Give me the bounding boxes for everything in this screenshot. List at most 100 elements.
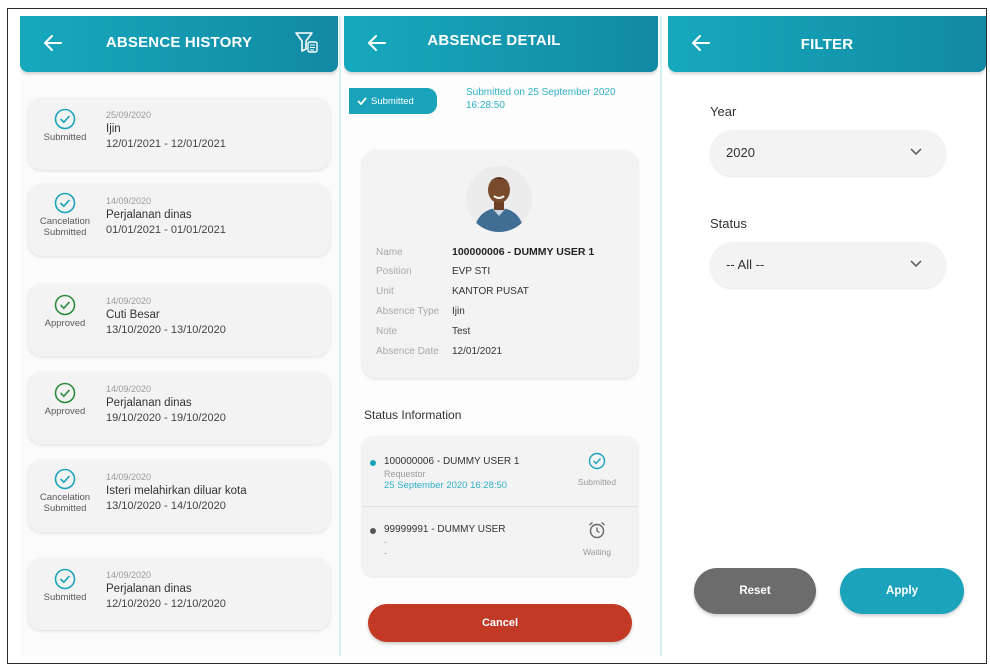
page-title: ABSENCE DETAIL	[427, 32, 561, 49]
field-value: EVP STI	[452, 266, 491, 277]
submission-date: 14/09/2020	[106, 384, 152, 394]
field-value: Test	[452, 326, 471, 337]
filter-icon	[295, 32, 318, 53]
absence-detail-screen: ABSENCE DETAIL Submitted Submitted on 25…	[344, 16, 658, 656]
status-state-label: Submitted	[577, 477, 617, 487]
check-circle-icon	[54, 382, 76, 404]
status-text: Cancelation Submitted	[39, 216, 91, 238]
approver-role: -	[384, 537, 387, 547]
detail-header: ABSENCE DETAIL	[344, 16, 658, 72]
chevron-down-icon	[910, 148, 922, 156]
submission-date: 14/09/2020	[106, 196, 152, 206]
status-text: Submitted	[43, 132, 87, 143]
status-indicator: Approved	[28, 382, 102, 417]
field-value: 12/01/2021	[452, 346, 503, 357]
history-card[interactable]: Approved 14/09/2020 Cuti Besar 13/10/2020 -…	[28, 284, 330, 356]
status-indicator: Cancelation Submitted	[28, 192, 102, 238]
approver-name: 100000006 - DUMMY USER 1	[384, 456, 520, 467]
chevron-down-icon	[910, 260, 922, 268]
status-text: Approved	[44, 318, 86, 329]
filter-screen: FILTER Year 2020 Status -- All -- Reset …	[668, 16, 986, 656]
date-range: 13/10/2020 - 13/10/2020	[106, 324, 226, 336]
field-label: Absence Date	[376, 346, 439, 357]
date-range: 19/10/2020 - 19/10/2020	[106, 412, 226, 424]
date-range: 12/10/2020 - 12/10/2020	[106, 598, 226, 610]
detail-field-row: Absence Date 12/01/2021	[376, 346, 502, 357]
absence-type: Perjalanan dinas	[106, 397, 192, 409]
divider	[339, 16, 341, 656]
detail-field-row: Absence Type Ijin	[376, 306, 465, 317]
field-value: KANTOR PUSAT	[452, 286, 529, 297]
cancel-button[interactable]: Cancel	[368, 604, 632, 642]
status-value: -- All --	[726, 257, 765, 272]
absence-type: Ijin	[106, 123, 121, 135]
status-indicator: Submitted	[28, 108, 102, 143]
field-value: Ijin	[452, 306, 465, 317]
approver-name: 99999991 - DUMMY USER	[384, 524, 506, 535]
history-card[interactable]: Approved 14/09/2020 Perjalanan dinas 19/10/…	[28, 372, 330, 444]
page-title: ABSENCE HISTORY	[105, 34, 253, 51]
field-label: Position	[376, 266, 412, 277]
status-text: Submitted	[43, 592, 87, 603]
status-badge-label: Submitted	[371, 95, 414, 107]
status-select[interactable]: -- All --	[710, 242, 946, 288]
field-label: Note	[376, 326, 398, 337]
history-card[interactable]: Submitted 14/09/2020 Perjalanan dinas 12/10…	[28, 558, 330, 630]
check-circle-icon	[54, 568, 76, 590]
detail-field-row: Position EVP STI	[376, 266, 490, 277]
status-text: Cancelation Submitted	[39, 492, 91, 514]
year-value: 2020	[726, 145, 755, 160]
status-dot	[370, 528, 376, 534]
detail-field-row: Name 100000006 - DUMMY USER 1	[376, 246, 594, 258]
check-circle-icon	[588, 452, 606, 470]
history-card[interactable]: Submitted 25/09/2020 Ijin 12/01/2021 - 12/0…	[28, 98, 330, 170]
date-range: 01/01/2021 - 01/01/2021	[106, 224, 226, 236]
status-indicator: Submitted	[28, 568, 102, 603]
check-circle-icon	[54, 294, 76, 316]
field-label: Name	[376, 247, 403, 258]
status-text: Approved	[44, 406, 86, 417]
absence-type: Perjalanan dinas	[106, 583, 192, 595]
check-circle-icon	[54, 108, 76, 130]
submission-date: 14/09/2020	[106, 296, 152, 306]
profile-card: Name 100000006 - DUMMY USER 1 Position EVP …	[362, 150, 638, 378]
field-label: Absence Type	[376, 306, 440, 317]
status-state-label: Waiting	[582, 547, 612, 557]
status-time: 25 September 2020 16:28:50	[384, 480, 508, 491]
field-label: Unit	[376, 286, 394, 297]
history-card[interactable]: Cancelation Submitted 14/09/2020 Perjalana…	[28, 184, 330, 256]
status-time: -	[384, 548, 388, 559]
year-select[interactable]: 2020	[710, 130, 946, 176]
status-indicator: Approved	[28, 294, 102, 329]
absence-type: Perjalanan dinas	[106, 209, 192, 221]
reset-button[interactable]: Reset	[694, 568, 816, 614]
alarm-clock-icon	[589, 521, 605, 539]
status-badge: Submitted	[349, 88, 437, 114]
status-timeline: 100000006 - DUMMY USER 1 Requestor 25 Sept…	[362, 436, 638, 576]
check-circle-icon	[54, 468, 76, 490]
status-state: Submitted	[570, 452, 624, 487]
page-title: FILTER	[800, 36, 854, 53]
detail-field-row: Note Test	[376, 326, 470, 337]
status-indicator: Cancelation Submitted	[28, 468, 102, 514]
submission-date: 14/09/2020	[106, 472, 152, 482]
submission-date: 14/09/2020	[106, 570, 152, 580]
status-state: Waiting	[570, 520, 624, 557]
absence-history-screen: ABSENCE HISTORY Submitted 25/09/2020 Ijin 1…	[20, 16, 338, 656]
submission-date: 25/09/2020	[106, 110, 152, 120]
date-range: 12/01/2021 - 12/01/2021	[106, 138, 226, 150]
filter-button[interactable]	[292, 26, 322, 58]
status-dot	[370, 460, 376, 466]
approver-role: Requestor	[384, 469, 426, 479]
year-label: Year	[710, 104, 737, 119]
submitted-timestamp: Submitted on 25 September 2020 16:28:50	[466, 87, 616, 111]
detail-field-row: Unit KANTOR PUSAT	[376, 286, 529, 297]
date-range: 13/10/2020 - 14/10/2020	[106, 500, 226, 512]
field-value: 100000006 - DUMMY USER 1	[452, 246, 595, 258]
history-card[interactable]: Cancelation Submitted 14/09/2020 Isteri me…	[28, 460, 330, 532]
divider	[362, 506, 638, 507]
apply-button[interactable]: Apply	[840, 568, 964, 614]
check-circle-icon	[54, 192, 76, 214]
history-header: ABSENCE HISTORY	[20, 16, 338, 72]
check-icon	[357, 97, 367, 105]
